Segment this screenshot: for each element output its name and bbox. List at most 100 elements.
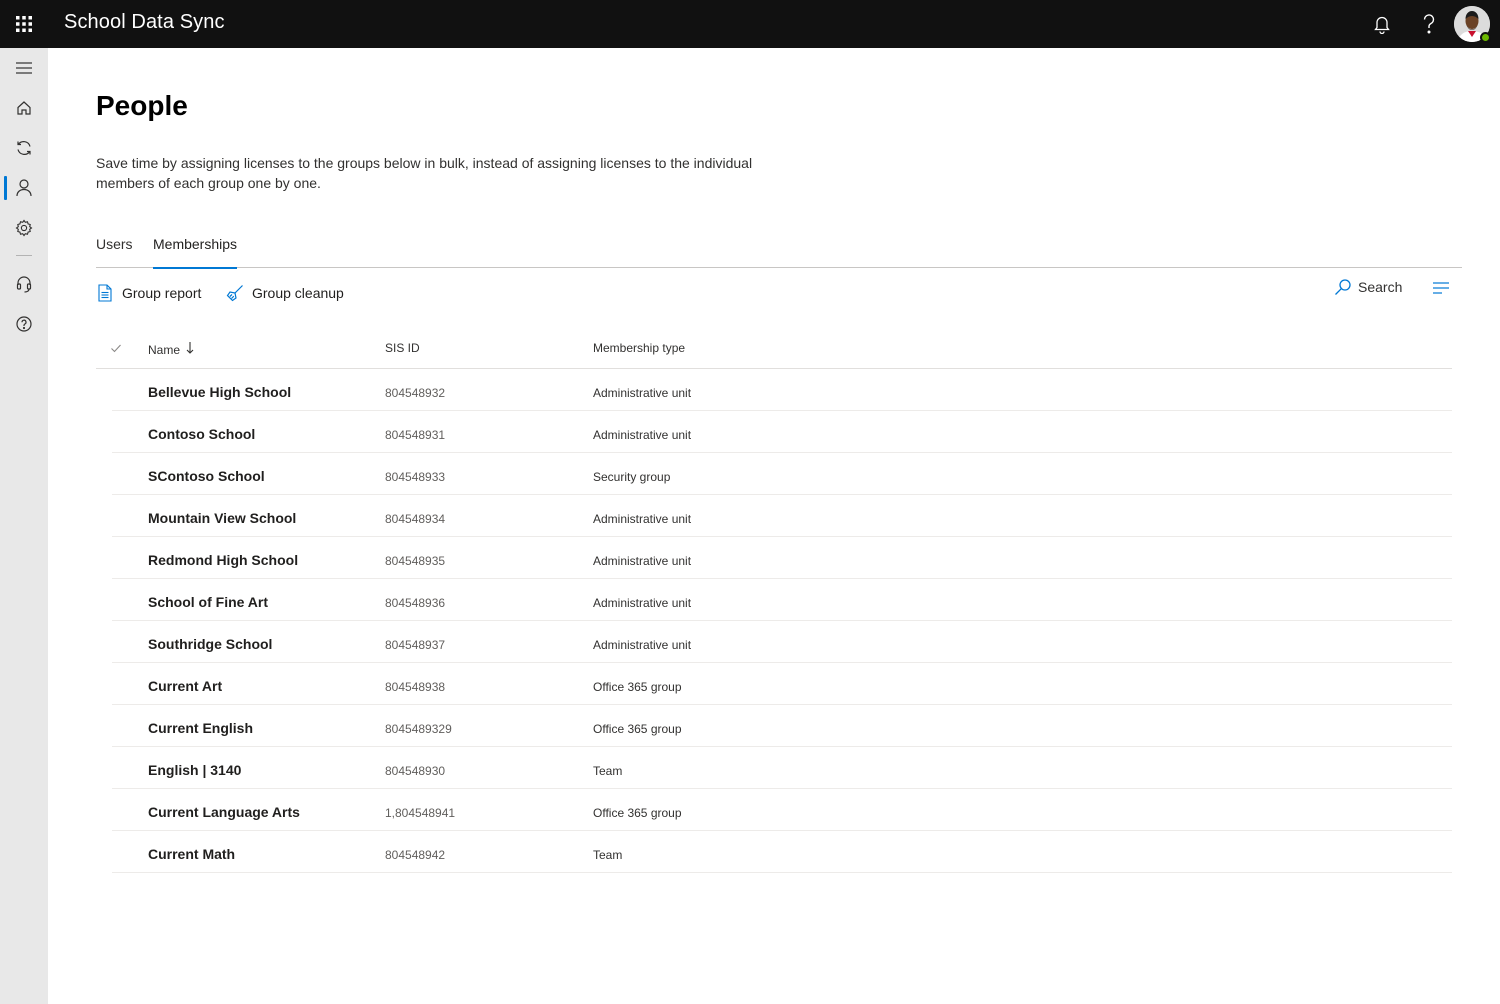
row-sis-id: 804548942 <box>385 848 446 862</box>
row-membership-type: Administrative unit <box>593 512 692 526</box>
row-name: Current Math <box>148 846 236 862</box>
row-sis-id: 804548932 <box>385 386 446 400</box>
row-name: Current English <box>148 720 254 736</box>
table-row[interactable]: Current Language Arts 1,804548941 Office… <box>112 789 1452 831</box>
table-row[interactable]: Contoso School 804548931 Administrative … <box>112 411 1452 453</box>
row-name: Current Art <box>148 678 223 694</box>
column-header-sis-id[interactable]: SIS ID <box>385 341 420 355</box>
checkmark-icon <box>111 344 121 353</box>
active-tab-underline <box>153 267 238 269</box>
tab-users-label: Users <box>96 236 133 252</box>
row-name: Current Language Arts <box>148 804 300 820</box>
person-icon <box>16 179 32 197</box>
column-header-membership-type-label: Membership type <box>593 341 686 355</box>
rail-item-help[interactable] <box>0 304 48 344</box>
table-row[interactable]: Current Math 804548942 Team <box>112 831 1452 873</box>
table-row[interactable]: Mountain View School 804548934 Administr… <box>112 495 1452 537</box>
row-name: Mountain View School <box>148 510 297 526</box>
row-sis-id: 804548936 <box>385 596 446 610</box>
row-sis-id: 804548935 <box>385 554 446 568</box>
column-header-name-label: Name <box>148 343 181 357</box>
sync-icon <box>17 141 31 155</box>
rail-item-settings[interactable] <box>0 208 48 248</box>
row-membership-type: Team <box>593 764 623 778</box>
broom-icon <box>226 284 244 302</box>
gear-icon <box>15 219 33 237</box>
group-cleanup-button[interactable]: Group cleanup <box>226 283 344 303</box>
table-row[interactable]: School of Fine Art 804548936 Administrat… <box>112 579 1452 621</box>
row-name: School of Fine Art <box>148 594 269 610</box>
rail-divider <box>16 255 32 256</box>
row-membership-type: Team <box>593 848 623 862</box>
row-name: SContoso School <box>148 468 265 484</box>
filter-button[interactable] <box>1430 279 1452 297</box>
tab-users[interactable]: Users <box>96 236 133 268</box>
table-row[interactable]: Southridge School 804548937 Administrati… <box>112 621 1452 663</box>
row-membership-type: Office 365 group <box>593 722 682 736</box>
page-description: Save time by assigning licenses to the g… <box>96 155 753 191</box>
avatar[interactable] <box>1454 6 1491 43</box>
rail-item-sync[interactable] <box>0 128 48 168</box>
row-membership-type: Administrative unit <box>593 596 692 610</box>
left-nav-rail <box>0 48 48 1004</box>
row-membership-type: Administrative unit <box>593 554 692 568</box>
select-all-checkbox[interactable] <box>109 341 123 355</box>
filter-lines-icon <box>1433 282 1449 294</box>
row-sis-id: 804548933 <box>385 470 446 484</box>
column-header-membership-type[interactable]: Membership type <box>593 341 685 355</box>
app-launcher-waffle-icon[interactable] <box>0 0 48 48</box>
row-membership-type: Administrative unit <box>593 428 692 442</box>
column-header-sis-id-label: SIS ID <box>385 341 420 355</box>
sort-down-arrow-icon <box>186 342 194 354</box>
row-name: Redmond High School <box>148 552 299 568</box>
row-name: Southridge School <box>148 636 273 652</box>
row-membership-type: Administrative unit <box>593 386 692 400</box>
hamburger-icon <box>16 62 32 74</box>
rail-menu-toggle[interactable] <box>0 48 48 88</box>
rail-item-people[interactable] <box>0 168 48 208</box>
row-sis-id: 804548938 <box>385 680 446 694</box>
table-header: Name SIS ID Membership type <box>96 328 1452 369</box>
row-membership-type: Office 365 group <box>593 680 682 694</box>
table-row[interactable]: Redmond High School 804548935 Administra… <box>112 537 1452 579</box>
group-cleanup-label: Group cleanup <box>252 285 344 301</box>
tab-memberships[interactable]: Memberships <box>153 236 238 269</box>
pivot-tabs: Users Memberships <box>96 236 1462 269</box>
table-row[interactable]: Current English 8045489329 Office 365 gr… <box>112 705 1452 747</box>
bell-icon[interactable] <box>1367 9 1397 39</box>
row-sis-id: 8045489329 <box>385 722 452 736</box>
group-report-label: Group report <box>122 285 202 301</box>
row-membership-type: Administrative unit <box>593 638 692 652</box>
help-icon[interactable] <box>1414 9 1444 39</box>
row-membership-type: Security group <box>593 470 671 484</box>
app-title[interactable]: School Data Sync <box>64 11 225 34</box>
search-button[interactable]: Search <box>1334 277 1402 297</box>
table-row[interactable]: English | 3140 804548930 Team <box>112 747 1452 789</box>
row-name: Bellevue High School <box>148 384 292 400</box>
headset-icon <box>16 276 32 293</box>
row-sis-id: 804548934 <box>385 512 446 526</box>
tab-memberships-label: Memberships <box>153 236 238 252</box>
document-icon <box>96 284 114 302</box>
presence-status-badge <box>1480 32 1491 43</box>
memberships-table: Name SIS ID Membership type Bellevue Hig… <box>96 328 1452 873</box>
row-name: English | 3140 <box>148 762 242 778</box>
home-icon <box>17 101 31 115</box>
page-title: People <box>96 90 188 121</box>
column-header-name[interactable]: Name <box>148 341 195 357</box>
row-sis-id: 804548930 <box>385 764 446 778</box>
table-row[interactable]: SContoso School 804548933 Security group <box>112 453 1452 495</box>
row-membership-type: Office 365 group <box>593 806 682 820</box>
row-sis-id: 804548931 <box>385 428 446 442</box>
top-bar: School Data Sync <box>0 0 1500 48</box>
rail-item-home[interactable] <box>0 88 48 128</box>
rail-item-support[interactable] <box>0 264 48 304</box>
search-label: Search <box>1358 279 1403 295</box>
row-name: Contoso School <box>148 426 256 442</box>
table-row[interactable]: Bellevue High School 804548932 Administr… <box>112 369 1452 411</box>
group-report-button[interactable]: Group report <box>96 283 201 303</box>
table-row[interactable]: Current Art 804548938 Office 365 group <box>112 663 1452 705</box>
row-sis-id: 1,804548941 <box>385 806 456 820</box>
help-circle-icon <box>16 316 32 332</box>
row-sis-id: 804548937 <box>385 638 446 652</box>
